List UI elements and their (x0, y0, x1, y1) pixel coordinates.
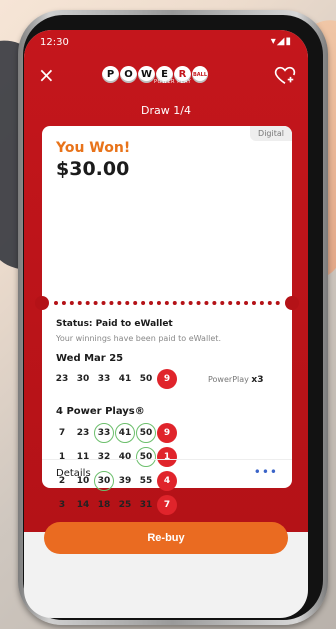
rebuy-button[interactable]: Re-buy (44, 522, 288, 554)
draw-date: Wed Mar 25 (56, 353, 124, 364)
play-number: 23 (76, 428, 90, 438)
status-time: 12:30 (40, 37, 69, 48)
payment-status-description: Your winnings have been paid to eWallet. (56, 334, 221, 343)
play-number: 18 (97, 500, 111, 510)
powerplay-value: x3 (251, 375, 264, 385)
logo-ball-text: BALL (192, 66, 208, 83)
powerplay-label: PowerPlay (208, 375, 249, 384)
ticket-divider (54, 301, 280, 305)
draw-counter: Draw 1/4 (141, 104, 191, 117)
win-headline: You Won! (56, 140, 131, 156)
logo-letter: O (120, 66, 137, 83)
ticket-notch (35, 296, 49, 310)
logo-letter: P (102, 66, 119, 83)
top-nav: × P O W E R BALL POWER PLAY (24, 62, 308, 98)
winning-number: 50 (139, 374, 153, 384)
matched-number: 41 (115, 423, 135, 443)
winning-number: 33 (97, 374, 111, 384)
app-screen: 12:30 ▾◢▮ × P O W E R BALL POWER PLAY Dr… (24, 30, 308, 618)
details-link[interactable]: Details (56, 468, 91, 479)
close-icon[interactable]: × (38, 65, 55, 85)
play-row: 7 23 33 41 50 9 (52, 423, 178, 443)
matched-number: 33 (94, 423, 114, 443)
matched-number: 50 (136, 423, 156, 443)
logo-letter: W (138, 66, 155, 83)
favorite-add-icon[interactable] (274, 64, 296, 86)
digital-badge: Digital (250, 126, 292, 141)
plays-title: 4 Power Plays® (56, 406, 145, 417)
play-number: 25 (118, 500, 132, 510)
play-row: 3 14 18 25 31 7 (52, 495, 178, 515)
status-icons: ▾◢▮ (270, 36, 292, 47)
winning-number: 23 (55, 374, 69, 384)
play-number: 3 (58, 500, 66, 510)
play-powerball: 9 (157, 423, 177, 443)
winning-number: 30 (76, 374, 90, 384)
play-number: 14 (76, 500, 90, 510)
win-amount: $30.00 (56, 158, 130, 180)
ticket-card: Digital You Won! $30.00 Status: Paid to … (35, 126, 299, 515)
logo-subtitle: POWER PLAY (154, 79, 192, 85)
powerplay-multiplier: PowerPlay x3 (208, 375, 264, 385)
play-number: 7 (58, 428, 66, 438)
payment-status: Status: Paid to eWallet (56, 319, 173, 329)
winning-numbers: 23 30 33 41 50 9 (52, 369, 178, 389)
ticket-notch (285, 296, 299, 310)
play-powerball: 7 (157, 495, 177, 515)
details-row[interactable]: Details ••• (42, 459, 292, 488)
status-bar: 12:30 ▾◢▮ (24, 30, 308, 54)
winning-powerball: 9 (157, 369, 177, 389)
play-number: 31 (139, 500, 153, 510)
more-options-icon[interactable]: ••• (254, 465, 278, 479)
winning-number: 41 (118, 374, 132, 384)
